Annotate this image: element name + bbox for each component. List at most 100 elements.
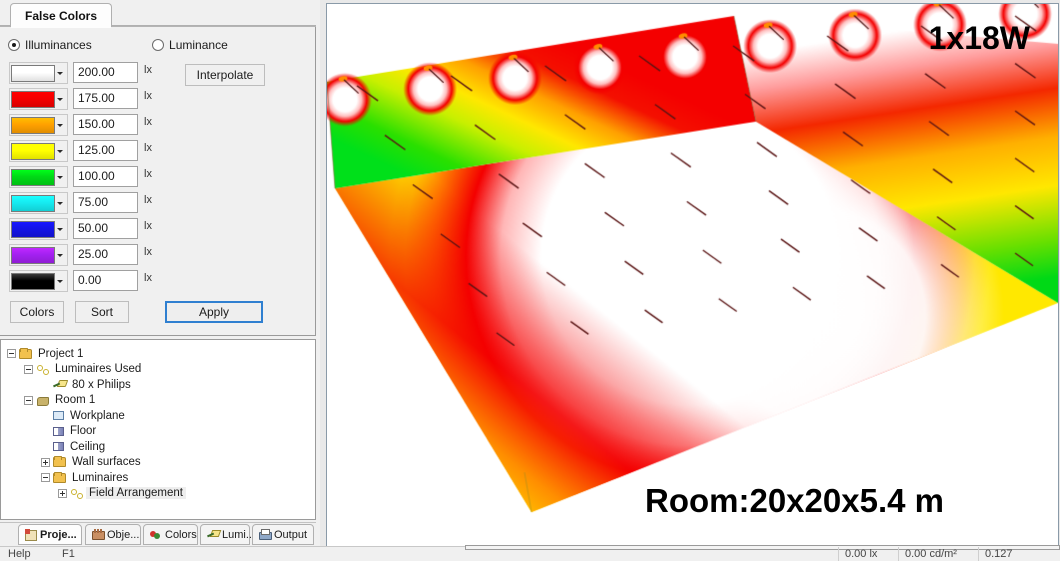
object-icon bbox=[92, 529, 105, 540]
tree-item[interactable]: Luminaires Used bbox=[1, 362, 315, 378]
sort-button[interactable]: Sort bbox=[75, 301, 129, 323]
color-swatch-dropdown[interactable] bbox=[9, 166, 68, 188]
color-swatch bbox=[11, 90, 55, 108]
collapse-icon[interactable] bbox=[24, 364, 33, 374]
status-ratio: 0.127 bbox=[985, 548, 1013, 560]
color-scale-row: 75.00 lx bbox=[0, 190, 316, 216]
chevron-down-icon[interactable] bbox=[55, 167, 66, 187]
tree-item[interactable]: 80 x Philips bbox=[1, 377, 315, 393]
bottom-tab-strip: Proje... Obje... Colors Lumi... Output bbox=[0, 522, 316, 546]
unit-label: lx bbox=[144, 272, 152, 284]
tree-item[interactable]: Field Arrangement bbox=[1, 486, 315, 502]
color-scale-row: 150.00 lx bbox=[0, 112, 316, 138]
color-swatch-dropdown[interactable] bbox=[9, 62, 68, 84]
color-scale-row: 100.00 lx bbox=[0, 164, 316, 190]
unit-label: lx bbox=[144, 116, 152, 128]
bottom-tab-2[interactable]: Obje... bbox=[85, 524, 141, 545]
tree-item-label: 80 x Philips bbox=[72, 378, 131, 391]
tree-item-label: Workplane bbox=[70, 409, 125, 422]
panel-button-row: Colors Sort Apply bbox=[0, 299, 316, 329]
chevron-down-icon[interactable] bbox=[55, 245, 66, 265]
tree-item[interactable]: Ceiling bbox=[1, 439, 315, 455]
bottom-tab-4[interactable]: Lumi... bbox=[200, 524, 255, 545]
application-window: False Colors Illuminances Luminance Inte… bbox=[0, 0, 1060, 561]
radio-illuminances-label: Illuminances bbox=[25, 38, 92, 52]
status-separator bbox=[898, 547, 899, 561]
bottom-tab-label: Proje... bbox=[40, 528, 77, 541]
tree-item-label: Wall surfaces bbox=[72, 456, 141, 469]
workplane-icon bbox=[53, 411, 64, 421]
color-swatch-dropdown[interactable] bbox=[9, 192, 68, 214]
illuminance-value-field[interactable]: 100.00 bbox=[73, 166, 138, 187]
tree-item[interactable]: Wall surfaces bbox=[1, 455, 315, 471]
color-swatch bbox=[11, 246, 55, 264]
chevron-down-icon[interactable] bbox=[55, 63, 66, 83]
bottom-tab-1[interactable]: Proje... bbox=[18, 524, 82, 545]
color-scale-row: 0.00 lx bbox=[0, 268, 316, 294]
radio-illuminances[interactable]: Illuminances bbox=[8, 38, 92, 52]
render-viewport[interactable]: 1x18W Room:20x20x5.4 m bbox=[326, 3, 1059, 547]
folder-icon bbox=[53, 456, 66, 468]
tree-item-label: Ceiling bbox=[70, 440, 106, 453]
radio-illuminances-indicator bbox=[8, 39, 20, 51]
illuminance-value-field[interactable]: 0.00 bbox=[73, 270, 138, 291]
luminaire-icon bbox=[207, 529, 219, 540]
illuminance-value-field[interactable]: 150.00 bbox=[73, 114, 138, 135]
color-swatch-dropdown[interactable] bbox=[9, 114, 68, 136]
colors-button[interactable]: Colors bbox=[10, 301, 64, 323]
chevron-down-icon[interactable] bbox=[55, 219, 66, 239]
bottom-tab-3[interactable]: Colors bbox=[143, 524, 198, 545]
unit-label: lx bbox=[144, 194, 152, 206]
illuminance-value-field[interactable]: 25.00 bbox=[73, 244, 138, 265]
unit-label: lx bbox=[144, 142, 152, 154]
tree-item[interactable]: Luminaires bbox=[1, 470, 315, 486]
false-color-3d-canvas[interactable] bbox=[327, 4, 1058, 546]
tab-false-colors[interactable]: False Colors bbox=[10, 3, 113, 28]
color-swatch bbox=[11, 64, 55, 82]
collapse-icon[interactable] bbox=[7, 349, 16, 359]
color-swatch-dropdown[interactable] bbox=[9, 244, 68, 266]
illuminance-value-field[interactable]: 125.00 bbox=[73, 140, 138, 161]
project-tree-panel[interactable]: Project 1 Luminaires Used 80 x Philips Room… bbox=[0, 339, 316, 520]
expand-icon[interactable] bbox=[41, 457, 50, 467]
expand-icon[interactable] bbox=[58, 488, 67, 498]
network-icon bbox=[70, 488, 83, 499]
illuminance-value-field[interactable]: 75.00 bbox=[73, 192, 138, 213]
collapse-icon[interactable] bbox=[24, 395, 33, 405]
colors-icon bbox=[150, 529, 162, 540]
color-swatch-dropdown[interactable] bbox=[9, 88, 68, 110]
bottom-tab-label: Obje... bbox=[107, 528, 140, 541]
tree-item[interactable]: Room 1 bbox=[1, 393, 315, 409]
color-swatch-dropdown[interactable] bbox=[9, 270, 68, 292]
left-panel: False Colors Illuminances Luminance Inte… bbox=[0, 0, 316, 561]
radio-luminance[interactable]: Luminance bbox=[152, 38, 228, 52]
status-luminance: 0.00 cd/m² bbox=[905, 548, 957, 560]
tree-item[interactable]: Floor bbox=[1, 424, 315, 440]
tree-item[interactable]: Project 1 bbox=[1, 346, 315, 362]
status-shortcut: F1 bbox=[62, 548, 75, 560]
color-swatch-dropdown[interactable] bbox=[9, 218, 68, 240]
room-icon bbox=[36, 395, 49, 406]
folder-icon bbox=[19, 347, 32, 359]
illuminance-value-field[interactable]: 50.00 bbox=[73, 218, 138, 239]
status-bar: Help F1 0.00 lx 0.00 cd/m² 0.127 bbox=[0, 545, 1060, 561]
collapse-icon[interactable] bbox=[41, 473, 50, 483]
chevron-down-icon[interactable] bbox=[55, 115, 66, 135]
color-scale-row: 200.00 lx bbox=[0, 60, 316, 86]
chevron-down-icon[interactable] bbox=[55, 141, 66, 161]
bottom-tab-5[interactable]: Output bbox=[252, 524, 314, 545]
horizontal-scrollbar[interactable] bbox=[465, 545, 1060, 550]
illuminance-value-field[interactable]: 200.00 bbox=[73, 62, 138, 83]
printer-icon bbox=[259, 529, 272, 540]
chevron-down-icon[interactable] bbox=[55, 89, 66, 109]
tree-item-label: Field Arrangement bbox=[86, 487, 186, 500]
apply-button[interactable]: Apply bbox=[165, 301, 263, 323]
tree-item[interactable]: Workplane bbox=[1, 408, 315, 424]
chevron-down-icon[interactable] bbox=[55, 271, 66, 291]
illuminance-value-field[interactable]: 175.00 bbox=[73, 88, 138, 109]
unit-label: lx bbox=[144, 220, 152, 232]
color-swatch-dropdown[interactable] bbox=[9, 140, 68, 162]
chevron-down-icon[interactable] bbox=[55, 193, 66, 213]
color-swatch bbox=[11, 142, 55, 160]
